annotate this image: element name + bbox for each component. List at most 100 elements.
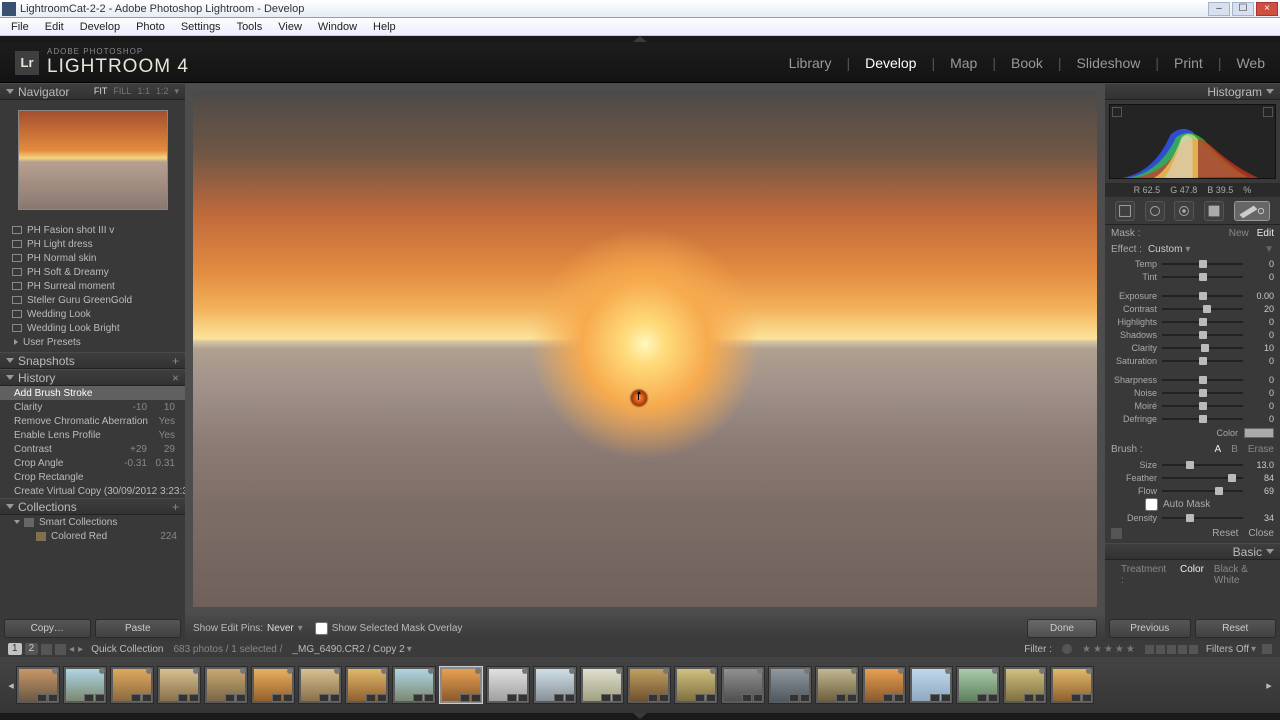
filmstrip-thumb[interactable] <box>862 666 906 704</box>
filmstrip-thumb[interactable] <box>721 666 765 704</box>
menu-window[interactable]: Window <box>310 19 365 35</box>
slider-noise[interactable]: Noise0 <box>1105 386 1280 399</box>
brush-b[interactable]: B <box>1231 444 1238 455</box>
mask-edit[interactable]: Edit <box>1257 228 1274 239</box>
collection-colored-red[interactable]: Colored Red 224 <box>0 529 185 543</box>
filmstrip-thumb[interactable] <box>768 666 812 704</box>
menu-help[interactable]: Help <box>365 19 404 35</box>
filmstrip-thumb[interactable] <box>392 666 436 704</box>
previous-button[interactable]: Previous <box>1109 619 1191 638</box>
automask-checkbox[interactable] <box>1145 498 1158 511</box>
preset-item[interactable]: PH Soft & Dreamy <box>0 265 185 279</box>
nav-zoom-fill[interactable]: FILL <box>113 86 131 97</box>
preset-item[interactable]: PH Normal skin <box>0 251 185 265</box>
filmstrip-thumb[interactable] <box>909 666 953 704</box>
close-button[interactable]: × <box>1256 2 1278 16</box>
show-pins-dropdown[interactable]: Never <box>267 623 294 634</box>
slider-density[interactable]: Density34 <box>1105 511 1280 524</box>
crop-tool-icon[interactable] <box>1115 201 1135 221</box>
slider-saturation[interactable]: Saturation0 <box>1105 354 1280 367</box>
filmstrip-left-icon[interactable]: ◂ <box>6 661 16 709</box>
mask-new[interactable]: New <box>1229 228 1249 239</box>
filmstrip-thumb[interactable] <box>627 666 671 704</box>
filmstrip-thumb[interactable] <box>1003 666 1047 704</box>
user-presets-folder[interactable]: User Presets <box>0 335 185 349</box>
collapse-top-panel[interactable] <box>0 36 1280 43</box>
preset-item[interactable]: PH Light dress <box>0 237 185 251</box>
menu-develop[interactable]: Develop <box>72 19 128 35</box>
basic-header[interactable]: Basic <box>1105 543 1280 560</box>
filmstrip-thumb[interactable] <box>157 666 201 704</box>
histogram-display[interactable] <box>1109 104 1276 179</box>
histogram-header[interactable]: Histogram <box>1105 83 1280 100</box>
done-button[interactable]: Done <box>1027 619 1097 638</box>
collections-header[interactable]: Collections + <box>0 498 185 515</box>
filmstrip-thumb[interactable] <box>815 666 859 704</box>
treatment-bw[interactable]: Black & White <box>1214 564 1274 586</box>
brush-tool-icon[interactable] <box>1234 201 1270 221</box>
module-book[interactable]: Book <box>1011 55 1043 71</box>
navigator-zoom-options[interactable]: FIT FILL 1:1 1:2 ▾ <box>94 86 179 97</box>
history-step[interactable]: Clarity-1010 <box>0 400 185 414</box>
preset-item[interactable]: PH Surreal moment <box>0 279 185 293</box>
slider-flow[interactable]: Flow69 <box>1105 484 1280 497</box>
source-label[interactable]: Quick Collection <box>91 644 163 655</box>
adjustment-pin[interactable] <box>631 390 647 406</box>
filmstrip-right-icon[interactable]: ▸ <box>1264 661 1274 709</box>
filmstrip-thumb[interactable] <box>956 666 1000 704</box>
automask-row[interactable]: Auto Mask <box>1105 497 1280 511</box>
smart-collections-row[interactable]: Smart Collections <box>0 515 185 529</box>
filmstrip-thumb[interactable] <box>580 666 624 704</box>
monitor-2-badge[interactable]: 2 <box>25 643 39 655</box>
filmstrip-thumb[interactable] <box>63 666 107 704</box>
module-develop[interactable]: Develop <box>865 55 916 71</box>
filmstrip-thumb[interactable] <box>486 666 530 704</box>
slider-highlights[interactable]: Highlights0 <box>1105 315 1280 328</box>
navigator-header[interactable]: Navigator FITFILL1:11:2▾ <box>0 83 185 100</box>
filmstrip-thumb[interactable] <box>110 666 154 704</box>
filmstrip-thumb[interactable] <box>298 666 342 704</box>
preset-item[interactable]: Steller Guru GreenGold <box>0 293 185 307</box>
clipping-shadows-icon[interactable] <box>1112 107 1122 117</box>
filmstrip-thumb[interactable] <box>251 666 295 704</box>
module-library[interactable]: Library <box>789 55 832 71</box>
slider-sharpness[interactable]: Sharpness0 <box>1105 373 1280 386</box>
brush-color-row[interactable]: Color <box>1105 425 1280 441</box>
brush-a[interactable]: A <box>1215 444 1222 455</box>
filmstrip-thumb[interactable] <box>439 666 483 704</box>
nav-zoom-11[interactable]: 1:1 <box>137 86 150 97</box>
history-step[interactable]: Contrast+2929 <box>0 442 185 456</box>
forward-icon[interactable]: ▸ <box>78 644 83 655</box>
photo-canvas[interactable] <box>193 91 1097 607</box>
clipping-highlights-icon[interactable] <box>1263 107 1273 117</box>
redeye-tool-icon[interactable] <box>1174 201 1194 221</box>
filmstrip-thumb[interactable] <box>533 666 577 704</box>
slider-feather[interactable]: Feather84 <box>1105 471 1280 484</box>
slider-size[interactable]: Size13.0 <box>1105 458 1280 471</box>
filmstrip-thumb[interactable] <box>16 666 60 704</box>
filters-off-dropdown[interactable]: Filters Off <box>1206 644 1249 655</box>
module-web[interactable]: Web <box>1236 55 1265 71</box>
paste-button[interactable]: Paste <box>95 619 182 638</box>
treatment-color[interactable]: Color <box>1180 564 1204 586</box>
back-icon[interactable]: ◂ <box>69 644 74 655</box>
copy-button[interactable]: Copy… <box>4 619 91 638</box>
menu-tools[interactable]: Tools <box>229 19 271 35</box>
slider-defringe[interactable]: Defringe0 <box>1105 412 1280 425</box>
loupe-view-icon[interactable] <box>55 644 66 655</box>
reset-button[interactable]: Reset <box>1195 619 1277 638</box>
spot-tool-icon[interactable] <box>1145 201 1165 221</box>
nav-zoom-fit[interactable]: FIT <box>94 86 108 97</box>
nav-zoom-more[interactable]: ▾ <box>174 86 179 97</box>
history-step[interactable]: Enable Lens ProfileYes <box>0 428 185 442</box>
color-swatch[interactable] <box>1244 428 1274 438</box>
nav-zoom-12[interactable]: 1:2 <box>156 86 169 97</box>
color-filter[interactable] <box>1145 645 1198 654</box>
slider-tint[interactable]: Tint0 <box>1105 270 1280 283</box>
add-collection-icon[interactable]: + <box>172 500 179 514</box>
history-step[interactable]: Crop Rectangle <box>0 470 185 484</box>
minimize-button[interactable]: – <box>1208 2 1230 16</box>
filmstrip-thumb[interactable] <box>345 666 389 704</box>
module-slideshow[interactable]: Slideshow <box>1077 55 1141 71</box>
module-map[interactable]: Map <box>950 55 977 71</box>
